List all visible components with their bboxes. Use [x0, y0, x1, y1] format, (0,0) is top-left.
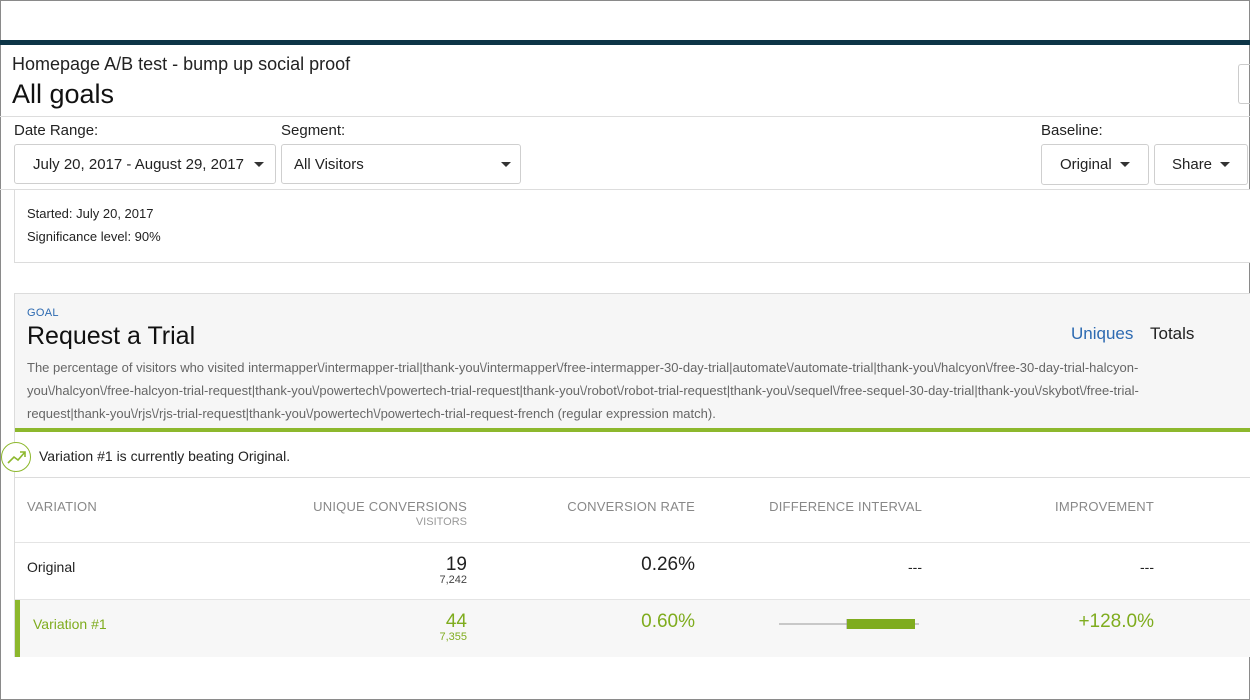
- segment-label: Segment:: [281, 122, 346, 139]
- date-range-value: July 20, 2017 - August 29, 2017: [33, 155, 244, 173]
- conversions-count: 44: [445, 611, 467, 632]
- segment-dropdown[interactable]: All Visitors: [281, 144, 521, 184]
- header-action-button[interactable]: [1238, 64, 1250, 104]
- variation-name: Variation #1: [33, 616, 107, 632]
- totals-toggle[interactable]: Totals: [1150, 324, 1194, 344]
- header-divider: [0, 116, 1250, 117]
- top-bar: [0, 40, 1250, 45]
- conversion-rate: 0.60%: [641, 611, 695, 632]
- experiment-info-card: Started: July 20, 2017 Significance leve…: [14, 190, 1250, 263]
- date-range-dropdown[interactable]: July 20, 2017 - August 29, 2017: [14, 144, 276, 184]
- goal-tag: GOAL: [27, 307, 59, 319]
- uniques-toggle[interactable]: Uniques: [1071, 324, 1133, 344]
- goal-description-line: The percentage of visitors who visited i…: [27, 360, 1139, 375]
- col-header-improvement: IMPROVEMENT: [1055, 499, 1154, 514]
- difference-interval-bar: [779, 616, 922, 632]
- improvement-value: ---: [1140, 559, 1154, 575]
- conversion-rate: 0.26%: [641, 554, 695, 575]
- baseline-dropdown[interactable]: Original: [1041, 144, 1149, 185]
- col-header-interval: DIFFERENCE INTERVAL: [769, 499, 922, 514]
- visitors-count: 7,355: [439, 631, 467, 643]
- variation-name: Original: [27, 559, 76, 575]
- visitors-count: 7,242: [439, 574, 467, 586]
- col-header-rate: CONVERSION RATE: [567, 499, 695, 514]
- date-range-label: Date Range:: [14, 122, 99, 139]
- col-header-conversions: UNIQUE CONVERSIONS: [313, 499, 467, 514]
- page-title: All goals: [12, 79, 115, 109]
- col-header-visitors: VISITORS: [415, 516, 467, 528]
- page-header: Homepage A/B test - bump up social proof…: [12, 54, 350, 110]
- conversions-count: 19: [445, 554, 467, 575]
- share-button[interactable]: Share: [1154, 144, 1248, 185]
- started-date: Started: July 20, 2017: [27, 206, 154, 221]
- trending-up-icon: [1, 442, 31, 472]
- chevron-down-icon: [254, 161, 264, 167]
- chevron-down-icon: [1220, 162, 1231, 167]
- improvement-value: +128.0%: [1078, 611, 1154, 632]
- result-banner: Variation #1 is currently beating Origin…: [15, 432, 1250, 478]
- goal-header: GOAL Request a Trial Uniques Totals The …: [15, 294, 1250, 432]
- baseline-label: Baseline:: [1041, 122, 1103, 139]
- segment-value: All Visitors: [294, 155, 364, 173]
- goal-description-line: you\/halcyon\/free-halcyon-trial-request…: [27, 383, 1139, 398]
- goal-description: The percentage of visitors who visited i…: [27, 356, 1250, 425]
- difference-interval: ---: [908, 559, 922, 575]
- experiment-name: Homepage A/B test - bump up social proof: [12, 54, 351, 74]
- result-banner-text: Variation #1 is currently beating Origin…: [39, 448, 291, 464]
- goal-description-line: request|thank-you\/rjs\/rjs-trial-reques…: [27, 406, 716, 421]
- col-header-variation: VARIATION: [27, 499, 97, 514]
- goal-title: Request a Trial: [27, 322, 196, 350]
- row-divider: [15, 542, 1250, 543]
- baseline-value: Original: [1060, 156, 1112, 173]
- chevron-down-icon: [501, 162, 511, 167]
- share-label: Share: [1172, 156, 1213, 173]
- chevron-down-icon: [1119, 162, 1130, 167]
- goal-card: GOAL Request a Trial Uniques Totals The …: [1, 293, 1250, 657]
- significance-level: Significance level: 90%: [27, 229, 161, 244]
